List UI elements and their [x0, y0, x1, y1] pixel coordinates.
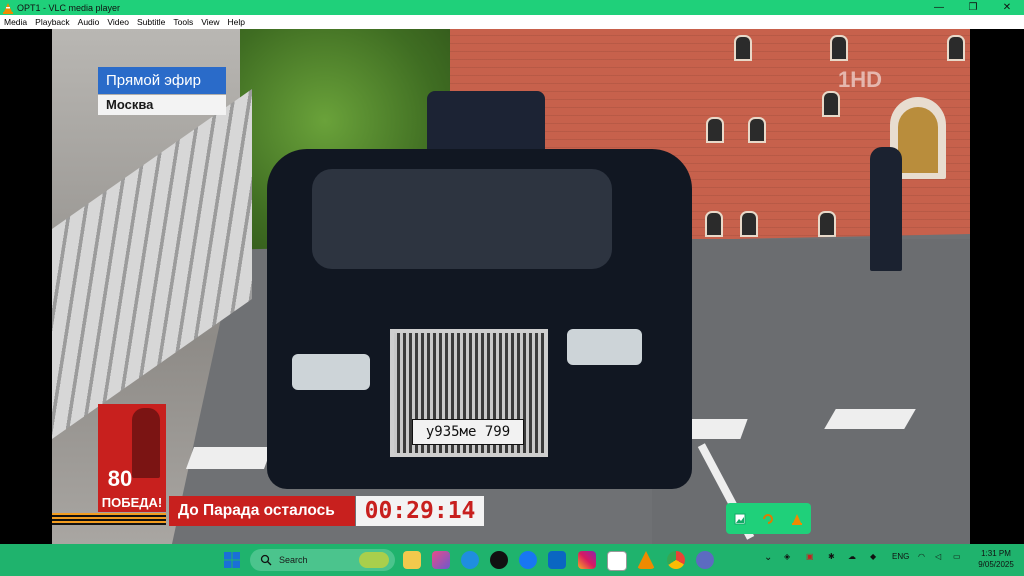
menu-tools[interactable]: Tools — [169, 17, 197, 27]
copilot-icon[interactable] — [432, 551, 450, 569]
road-marking — [185, 447, 273, 469]
refresh-icon[interactable] — [759, 510, 777, 528]
vlc-cone-icon[interactable] — [788, 510, 806, 528]
close-button[interactable]: ✕ — [990, 0, 1024, 15]
taskbar-search[interactable]: Search — [250, 549, 395, 571]
license-plate: у935ме 799 — [412, 419, 524, 445]
wall-window — [947, 35, 965, 61]
battery-icon[interactable]: ▭ — [953, 552, 961, 561]
minimize-button[interactable]: — — [922, 0, 956, 15]
video-area[interactable]: у935ме 799 Прямой эфир Москва 1HD 80 ПОБ… — [0, 29, 1024, 544]
vlc-taskbar-icon[interactable] — [637, 551, 655, 569]
channel-logo: 1HD — [838, 67, 883, 92]
search-icon — [260, 554, 272, 566]
app-icon[interactable] — [548, 551, 566, 569]
volume-icon[interactable]: ◁ — [935, 552, 941, 561]
road-marking — [824, 409, 916, 429]
window-title: OPT1 - VLC media player — [17, 2, 121, 13]
picture-icon[interactable] — [731, 510, 749, 528]
restore-button[interactable]: ❐ — [956, 0, 990, 15]
settings-icon[interactable] — [696, 551, 714, 569]
wall-window — [705, 211, 723, 237]
countdown-timer: 00:29:14 — [356, 496, 484, 526]
icon-painting — [898, 107, 938, 173]
clock-date: 9/05/2025 — [978, 560, 1014, 569]
search-placeholder: Search — [279, 555, 308, 565]
victory-logo: 80 ПОБЕДА! — [98, 404, 166, 512]
menu-help[interactable]: Help — [223, 17, 248, 27]
taskbar: Search ⌄ ◈ ▣ ✱ ☁ ◆ ENG ◠ ◁ ▭ 1:31 PM 9/0… — [0, 544, 1024, 576]
facebook-icon[interactable] — [519, 551, 537, 569]
victory-word: ПОБЕДА! — [101, 495, 163, 510]
menu-subtitle[interactable]: Subtitle — [133, 17, 169, 27]
menu-video[interactable]: Video — [103, 17, 133, 27]
headlight — [567, 329, 642, 365]
officer — [870, 147, 902, 271]
clock[interactable]: 1:31 PM 9/05/2025 — [972, 548, 1020, 570]
countdown-label: До Парада осталось — [169, 496, 355, 526]
edge-icon[interactable] — [461, 551, 479, 569]
language-indicator[interactable]: ENG — [892, 552, 909, 561]
wall-window — [830, 35, 848, 61]
road-right — [652, 239, 970, 544]
victory-number: 80 — [107, 466, 133, 491]
search-highlight-icon — [359, 552, 389, 568]
instagram-icon[interactable] — [578, 551, 596, 569]
wall-window — [734, 35, 752, 61]
city-badge: Москва — [98, 95, 226, 115]
headlight — [292, 354, 370, 390]
tiktok-icon[interactable] — [490, 551, 508, 569]
menu-playback[interactable]: Playback — [31, 17, 74, 27]
wall-window — [748, 117, 766, 143]
tray-chevron-icon[interactable]: ⌄ — [764, 552, 772, 563]
chrome-icon[interactable] — [667, 551, 685, 569]
menu-audio[interactable]: Audio — [74, 17, 104, 27]
tray-app-icon[interactable]: ◈ — [784, 552, 790, 561]
live-badge: Прямой эфир — [98, 67, 226, 94]
title-bar: OPT1 - VLC media player — ❐ ✕ — [0, 0, 1024, 15]
mini-controls — [726, 503, 811, 534]
windshield — [312, 169, 612, 269]
file-explorer-icon[interactable] — [403, 551, 421, 569]
wall-window — [706, 117, 724, 143]
cloud-icon[interactable]: ☁ — [848, 552, 856, 561]
st-george-ribbon — [52, 513, 166, 525]
limousine: у935ме 799 — [267, 149, 692, 489]
wall-window — [818, 211, 836, 237]
tray-v-icon[interactable]: ▣ — [806, 552, 814, 561]
store-icon[interactable] — [607, 551, 627, 571]
clock-time: 1:31 PM — [981, 549, 1011, 558]
wall-window — [740, 211, 758, 237]
tray-shield-icon[interactable]: ◆ — [870, 552, 876, 561]
vlc-cone-icon — [3, 2, 13, 14]
menu-media[interactable]: Media — [0, 17, 31, 27]
menu-bar: Media Playback Audio Video Subtitle Tool… — [0, 15, 1024, 29]
wifi-icon[interactable]: ◠ — [918, 552, 925, 561]
menu-view[interactable]: View — [197, 17, 223, 27]
bluetooth-icon[interactable]: ✱ — [828, 552, 835, 561]
windows-start-icon[interactable] — [223, 551, 241, 569]
